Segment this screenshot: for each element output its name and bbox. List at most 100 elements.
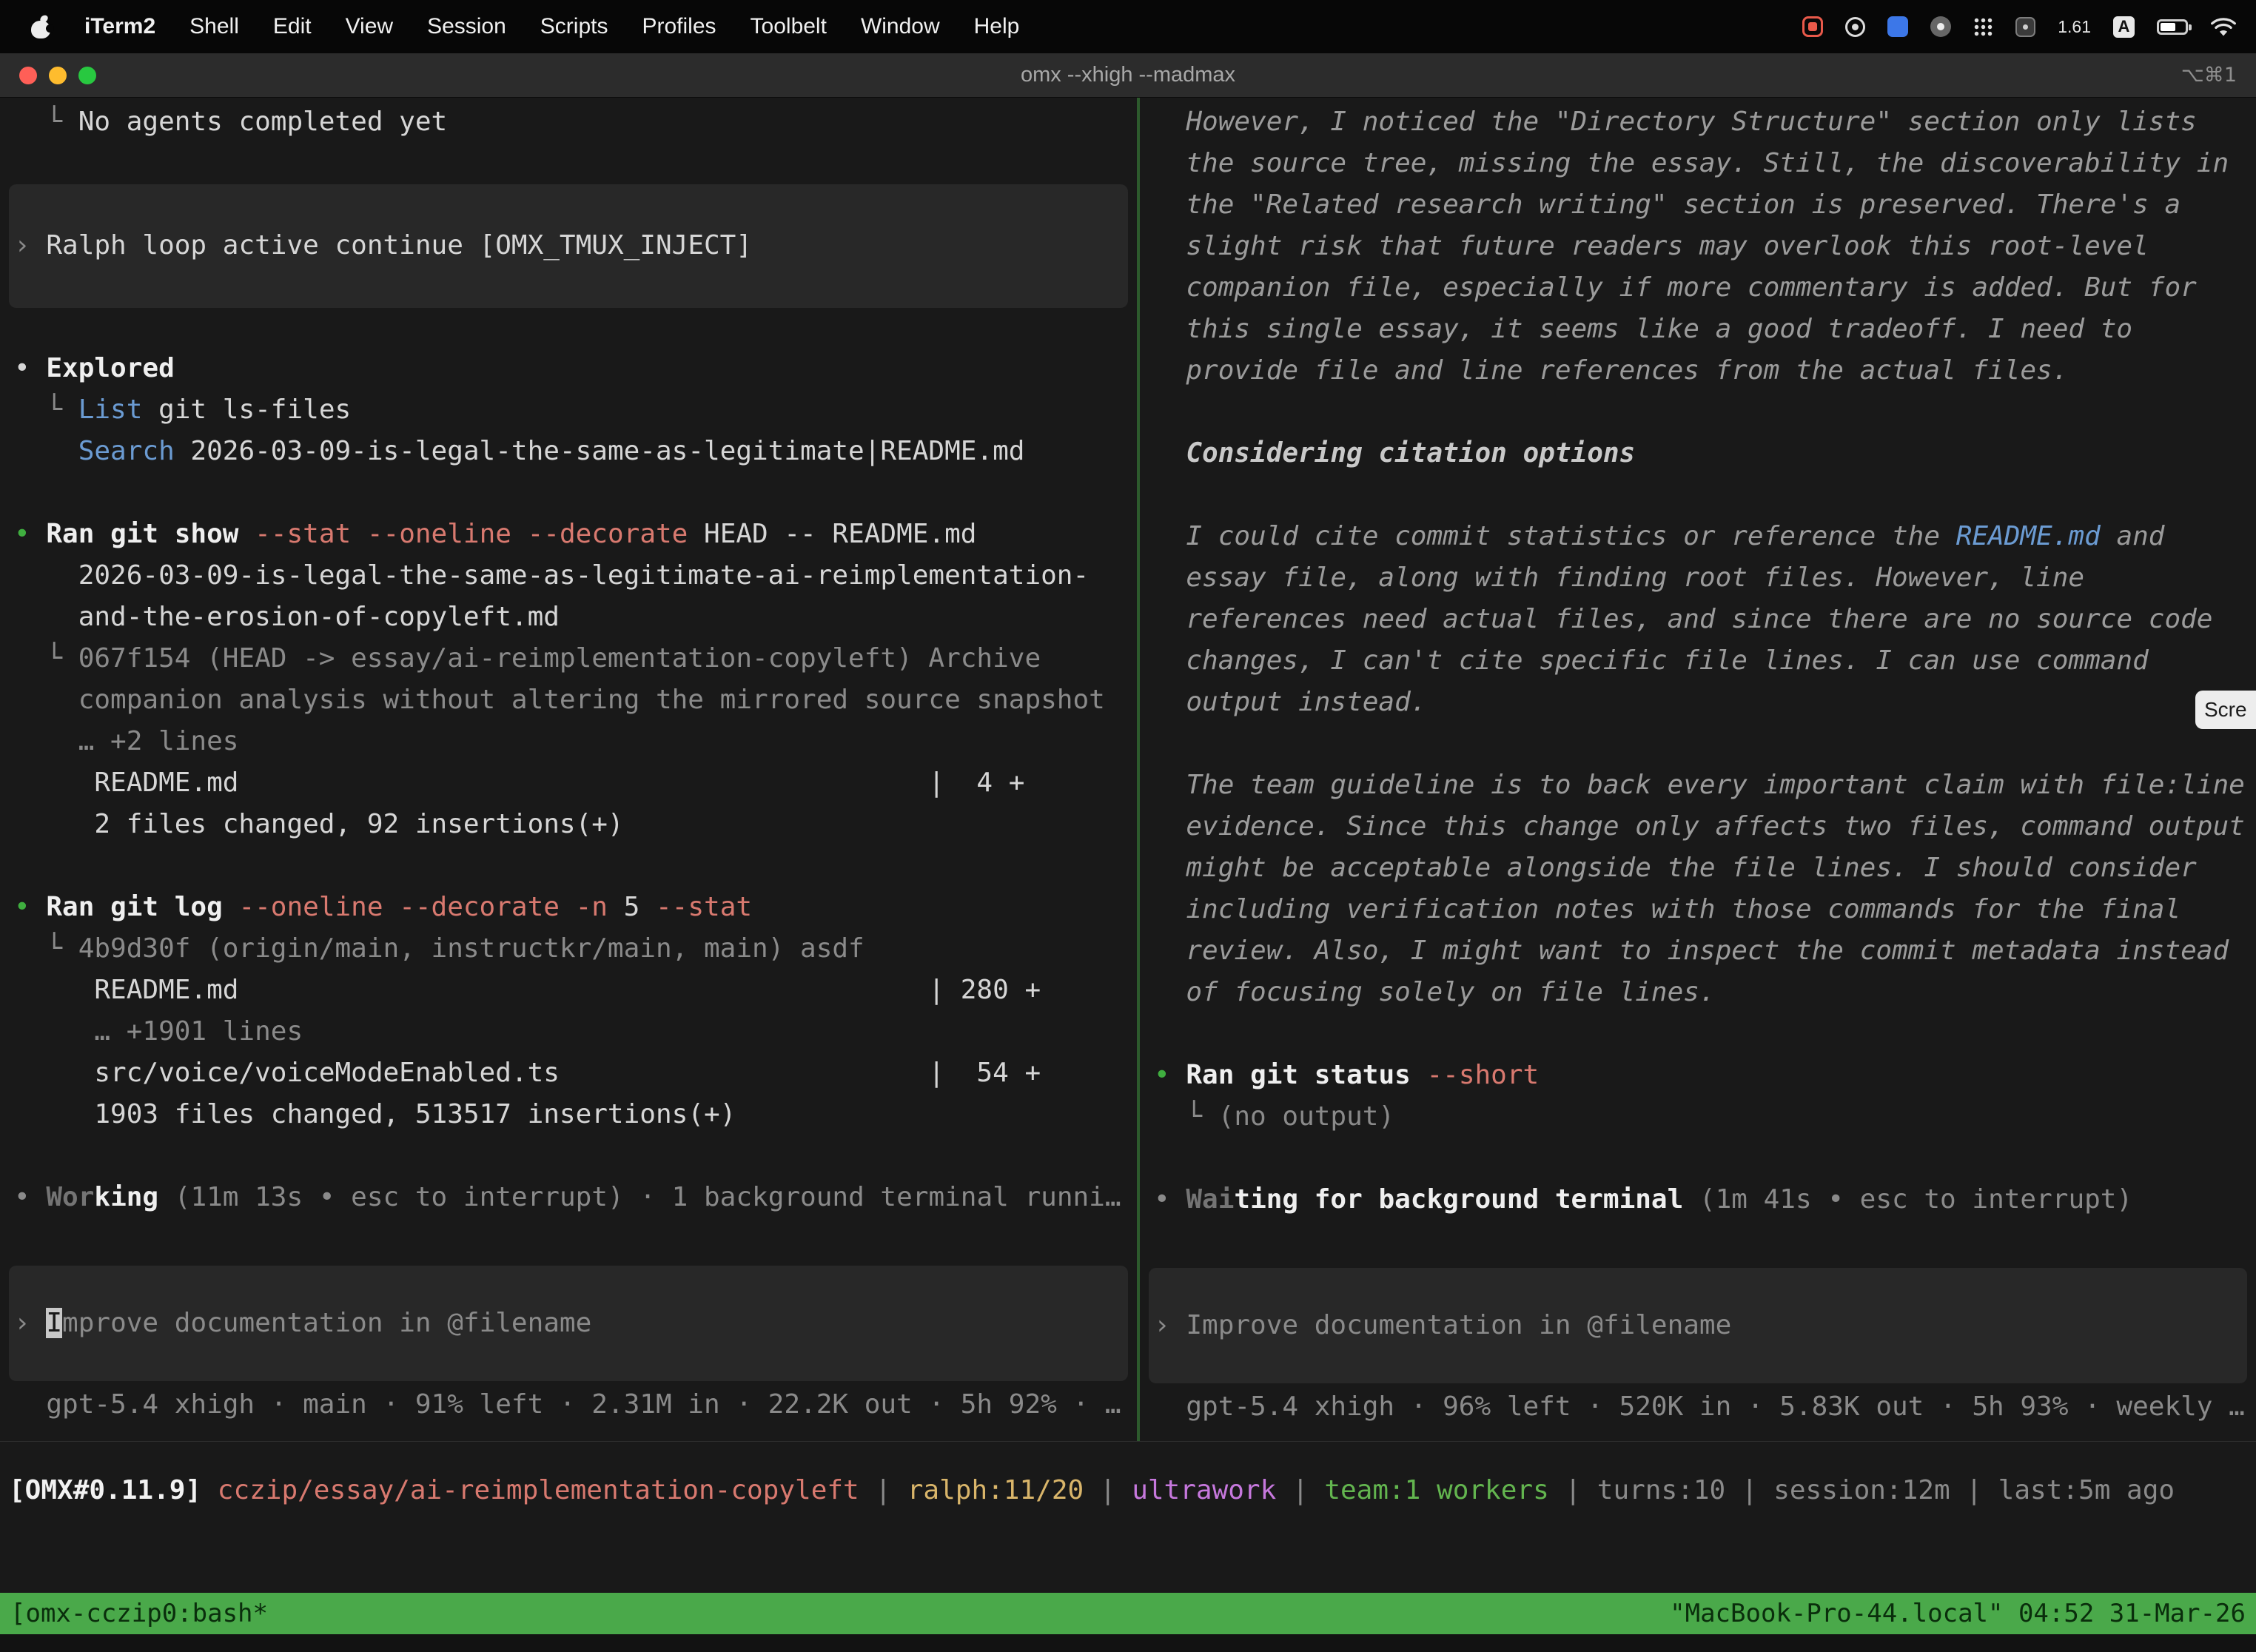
model-status-line: gpt-5.4 xhigh · main · 91% left · 2.31M …	[14, 1384, 1137, 1426]
prompt-chevron: ›	[14, 1308, 46, 1338]
screen-recording-stop-icon[interactable]	[1802, 16, 1823, 37]
terminal-line	[1154, 392, 2256, 433]
terminal-line	[14, 1135, 1137, 1177]
zoom-button[interactable]	[78, 67, 96, 84]
terminal-line	[1154, 723, 2256, 765]
terminal-line: of focusing solely on file lines.	[1154, 972, 2256, 1013]
menu-item-window[interactable]: Window	[861, 14, 940, 39]
terminal-line: However, I noticed the "Directory Struct…	[1154, 101, 2256, 143]
terminal-line: I could cite commit statistics or refere…	[1154, 516, 2256, 557]
terminal-line: • Ran git log --oneline --decorate -n 5 …	[14, 887, 1137, 928]
terminal-line	[14, 845, 1137, 887]
terminal-line: this single essay, it seems like a good …	[1154, 309, 2256, 350]
terminal-line: • Ran git status --short	[1154, 1055, 2256, 1096]
terminal-line: might be acceptable alongside the file l…	[1154, 847, 2256, 889]
menu-item-scripts[interactable]: Scripts	[540, 14, 608, 39]
omx-status-bar: [OMX#0.11.9] cczip/essay/ai-reimplementa…	[0, 1442, 2256, 1593]
tab-shortcut-label: ⌥⌘1	[2181, 64, 2237, 87]
terminal-line: companion file, especially if more comme…	[1154, 267, 2256, 309]
battery-icon[interactable]	[2157, 19, 2188, 35]
text-cursor: I	[46, 1308, 62, 1338]
tmux-host-time: "MacBook-Pro-44.local" 04:52 31-Mar-26	[1670, 1593, 2246, 1634]
menu-item-help[interactable]: Help	[974, 14, 1020, 39]
wifi-icon[interactable]	[2210, 17, 2237, 37]
prompt-text: Improve documentation in @filename	[1186, 1310, 1731, 1340]
terminal-line: README.md | 4 +	[14, 762, 1137, 804]
terminal-line: 1903 files changed, 513517 insertions(+)	[14, 1094, 1137, 1135]
right-pane: However, I noticed the "Directory Struct…	[1140, 98, 2256, 1441]
right-pane-output: However, I noticed the "Directory Struct…	[1154, 101, 2256, 1220]
prompt-chevron: ›	[1154, 1310, 1186, 1340]
left-pane-output: └ No agents completed yet › Ralph loop ac…	[14, 101, 1137, 1218]
terminal-line: 2026-03-09-is-legal-the-same-as-legitima…	[14, 555, 1137, 597]
prompt-input-right[interactable]: › Improve documentation in @filename	[1149, 1268, 2247, 1383]
prompt-text: mprove documentation in @filename	[62, 1308, 591, 1338]
terminal-line: evidence. Since this change only affects…	[1154, 806, 2256, 847]
terminal-line	[14, 472, 1137, 514]
terminal-line: └ 067f154 (HEAD -> essay/ai-reimplementa…	[14, 638, 1137, 679]
menu-item-toolbelt[interactable]: Toolbelt	[751, 14, 827, 39]
terminal-line: src/voice/voiceModeEnabled.ts | 54 +	[14, 1052, 1137, 1094]
terminal-line: the "Related research writing" section i…	[1154, 184, 2256, 226]
password-icon[interactable]	[2015, 17, 2035, 37]
terminal-line: 2 files changed, 92 insertions(+)	[14, 804, 1137, 845]
menu-item-iterm2[interactable]: iTerm2	[84, 14, 155, 39]
window-title-bar: omx --xhigh --madmax ⌥⌘1	[0, 53, 2256, 98]
omx-status-line: [OMX#0.11.9] cczip/essay/ai-reimplementa…	[9, 1470, 2256, 1511]
terminal-line: └ List git ls-files	[14, 389, 1137, 431]
terminal-line: Search 2026-03-09-is-legal-the-same-as-l…	[14, 431, 1137, 472]
terminal-line: slight risk that future readers may over…	[1154, 226, 2256, 267]
terminal-line	[1154, 1138, 2256, 1179]
input-source-icon[interactable]: A	[2113, 16, 2135, 38]
terminal-line: changes, I can't cite specific file line…	[1154, 640, 2256, 682]
terminal-line: Considering citation options	[1154, 433, 2256, 474]
terminal-line: • Explored	[14, 348, 1137, 389]
terminal-line: including verification notes with those …	[1154, 889, 2256, 930]
terminal-line: the source tree, missing the essay. Stil…	[1154, 143, 2256, 184]
left-pane: └ No agents completed yet › Ralph loop ac…	[0, 98, 1140, 1441]
dark-app-icon[interactable]	[1930, 16, 1951, 37]
screen-share-tab-button[interactable]: Scre	[2195, 691, 2256, 729]
model-status-line: gpt-5.4 xhigh · 96% left · 520K in · 5.8…	[1154, 1386, 2256, 1428]
terminal-line: … +2 lines	[14, 721, 1137, 762]
macos-menu-bar: iTerm2 Shell Edit View Session Scripts Profile…	[0, 0, 2256, 53]
terminal-line: … +1901 lines	[14, 1011, 1137, 1052]
terminal-line	[1154, 474, 2256, 516]
menu-item-view[interactable]: View	[346, 14, 393, 39]
terminal-line: essay file, along with finding root file…	[1154, 557, 2256, 599]
terminal-line: • Working (11m 13s • esc to interrupt) ·…	[14, 1177, 1137, 1218]
terminal-line	[14, 143, 1137, 184]
terminal-line: └ 4b9d30f (origin/main, instructkr/main,…	[14, 928, 1137, 970]
blue-app-icon[interactable]	[1887, 16, 1908, 37]
apps-grid-icon[interactable]	[1973, 17, 1993, 37]
browser-icon[interactable]	[1845, 17, 1865, 37]
minimize-button[interactable]	[49, 67, 67, 84]
terminal-line: companion analysis without altering the …	[14, 679, 1137, 721]
menu-item-profiles[interactable]: Profiles	[642, 14, 716, 39]
terminal-line: review. Also, I might want to inspect th…	[1154, 930, 2256, 972]
prompt-input-left[interactable]: › Improve documentation in @filename	[9, 1266, 1128, 1381]
menu-item-session[interactable]: Session	[427, 14, 506, 39]
tmux-panes: └ No agents completed yet › Ralph loop ac…	[0, 98, 2256, 1442]
terminal-line: The team guideline is to back every impo…	[1154, 765, 2256, 806]
terminal-line: and-the-erosion-of-copyleft.md	[14, 597, 1137, 638]
meter-readout[interactable]: 1.61	[2058, 17, 2091, 37]
tmux-session-info: [omx-cczip0:bash*	[10, 1593, 268, 1634]
terminal-line: └ (no output)	[1154, 1096, 2256, 1138]
apple-menu-icon[interactable]	[31, 15, 50, 38]
terminal-line: output instead.	[1154, 682, 2256, 723]
terminal-line: references need actual files, and since …	[1154, 599, 2256, 640]
terminal-line: README.md | 280 +	[14, 970, 1137, 1011]
menu-item-shell[interactable]: Shell	[189, 14, 239, 39]
window-title: omx --xhigh --madmax	[1021, 63, 1235, 87]
ralph-loop-banner: › Ralph loop active continue [OMX_TMUX_I…	[9, 184, 1128, 308]
window-bottom-edge	[0, 1634, 2256, 1652]
terminal-line: provide file and line references from th…	[1154, 350, 2256, 392]
terminal-line	[1154, 1013, 2256, 1055]
terminal-line: › Ralph loop active continue [OMX_TMUX_I…	[14, 225, 1119, 266]
close-button[interactable]	[19, 67, 37, 84]
tmux-status-bar: [omx-cczip0:bash* "MacBook-Pro-44.local"…	[0, 1593, 2256, 1634]
terminal-line: • Ran git show --stat --oneline --decora…	[14, 514, 1137, 555]
terminal-line: └ No agents completed yet	[14, 101, 1137, 143]
menu-item-edit[interactable]: Edit	[273, 14, 312, 39]
